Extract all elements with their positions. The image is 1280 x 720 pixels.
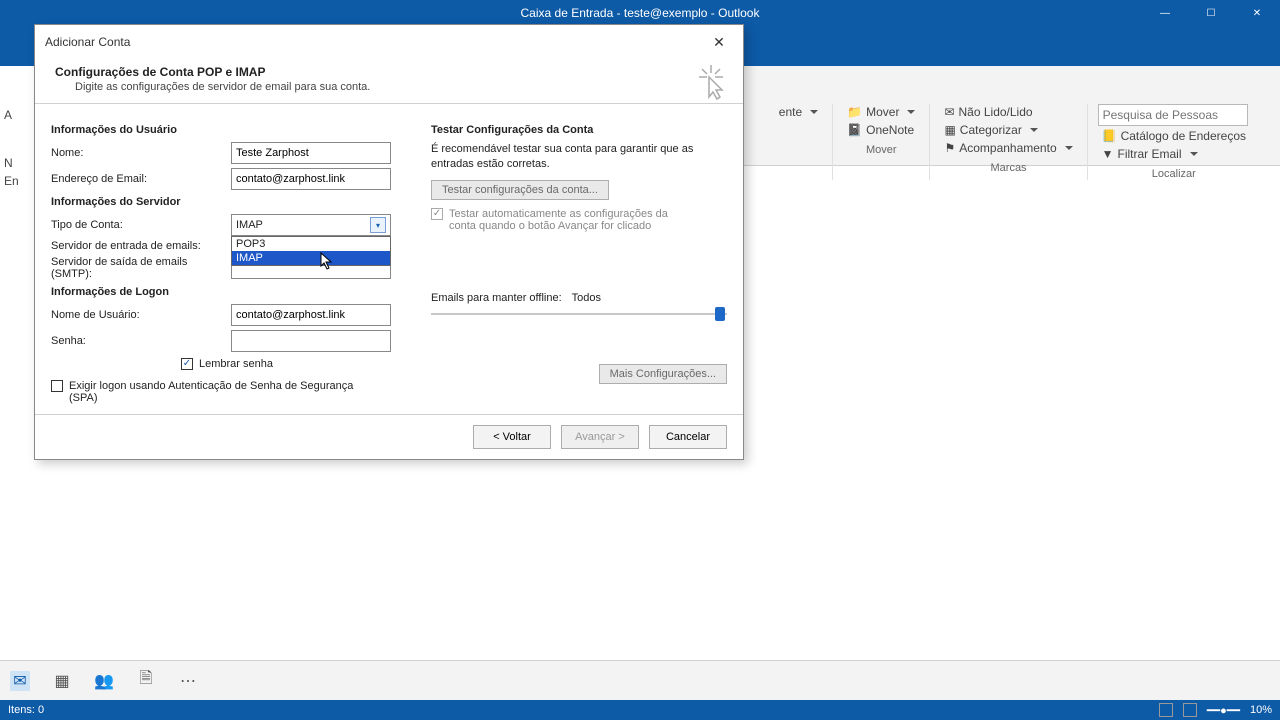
option-imap[interactable]: IMAP bbox=[232, 251, 390, 265]
option-pop3[interactable]: POP3 bbox=[232, 237, 390, 251]
mover-button[interactable]: 📁Mover bbox=[843, 104, 919, 120]
category-icon: ▦ bbox=[944, 123, 955, 137]
window-maximize-button[interactable]: ☐ bbox=[1188, 0, 1234, 26]
group-label-mover: Mover bbox=[866, 144, 897, 156]
username-input[interactable] bbox=[231, 304, 391, 326]
categorize-button[interactable]: ▦Categorizar bbox=[940, 122, 1076, 138]
dialog-close-button[interactable]: ✕ bbox=[705, 30, 733, 54]
account-type-dropdown: POP3 IMAP bbox=[231, 236, 391, 266]
auto-test-label: Testar automaticamente as configurações … bbox=[449, 208, 679, 232]
status-bar: Itens: 0 ━━●━━ 10% bbox=[0, 700, 1280, 720]
remember-password-label: Lembrar senha bbox=[199, 358, 273, 370]
add-account-dialog: Adicionar Conta ✕ Configurações de Conta… bbox=[34, 24, 744, 460]
label-account-type: Tipo de Conta: bbox=[51, 219, 231, 231]
test-desc: É recomendável testar sua conta para gar… bbox=[431, 142, 727, 172]
auto-test-checkbox[interactable] bbox=[431, 208, 443, 220]
ribbon-group-localizar: 📒Catálogo de Endereços ▼Filtrar Email Lo… bbox=[1088, 104, 1260, 180]
view-normal-icon[interactable] bbox=[1159, 703, 1173, 717]
ribbon-partial-group: ente bbox=[765, 104, 833, 180]
ribbon-group-marcas: ✉Não Lido/Lido ▦Categorizar ⚑Acompanhame… bbox=[930, 104, 1087, 180]
section-logon-info: Informações de Logon bbox=[51, 286, 411, 298]
group-label-marcas: Marcas bbox=[991, 162, 1027, 174]
addressbook-button[interactable]: 📒Catálogo de Endereços bbox=[1098, 128, 1250, 144]
people-search-input[interactable] bbox=[1098, 104, 1248, 126]
section-server-info: Informações do Servidor bbox=[51, 196, 411, 208]
password-input[interactable] bbox=[231, 330, 391, 352]
people-nav-icon[interactable]: 👥 bbox=[94, 671, 114, 691]
addressbook-icon: 📒 bbox=[1102, 129, 1117, 143]
tasks-nav-icon[interactable]: 🗎 bbox=[136, 671, 156, 691]
offline-label: Emails para manter offline: bbox=[431, 292, 562, 304]
section-user-info: Informações do Usuário bbox=[51, 124, 411, 136]
filter-email-button[interactable]: ▼Filtrar Email bbox=[1098, 146, 1250, 162]
dialog-header-sub: Digite as configurações de servidor de e… bbox=[55, 79, 723, 93]
label-username: Nome de Usuário: bbox=[51, 309, 231, 321]
label-name: Nome: bbox=[51, 147, 231, 159]
wizard-cursor-icon bbox=[697, 65, 725, 106]
remember-password-checkbox[interactable] bbox=[181, 358, 193, 370]
followup-button[interactable]: ⚑Acompanhamento bbox=[940, 140, 1076, 156]
group-label-localizar: Localizar bbox=[1152, 168, 1196, 180]
chevron-down-icon: ▾ bbox=[370, 217, 386, 233]
folder-move-icon: 📁 bbox=[847, 105, 862, 119]
zoom-slider[interactable]: ━━●━━ bbox=[1207, 704, 1240, 717]
label-outgoing: Servidor de saída de emails (SMTP): bbox=[51, 256, 231, 280]
view-reading-icon[interactable] bbox=[1183, 703, 1197, 717]
name-input[interactable] bbox=[231, 142, 391, 164]
flag-icon: ⚑ bbox=[944, 141, 955, 155]
unread-button[interactable]: ✉Não Lido/Lido bbox=[940, 104, 1076, 120]
dialog-title: Adicionar Conta bbox=[45, 35, 130, 49]
zoom-value: 10% bbox=[1250, 704, 1272, 716]
section-test: Testar Configurações da Conta bbox=[431, 124, 727, 136]
label-email: Endereço de Email: bbox=[51, 173, 231, 185]
onenote-button[interactable]: 📓OneNote bbox=[843, 122, 919, 138]
spa-label: Exigir logon usando Autenticação de Senh… bbox=[69, 380, 369, 404]
cancel-button[interactable]: Cancelar bbox=[649, 425, 727, 449]
email-input[interactable] bbox=[231, 168, 391, 190]
status-items: Itens: 0 bbox=[8, 704, 44, 716]
mail-nav-icon[interactable]: ✉ bbox=[10, 671, 30, 691]
ribbon-group-mover: 📁Mover 📓OneNote Mover bbox=[833, 104, 930, 180]
ribbon-partial-item[interactable]: ente bbox=[775, 104, 822, 120]
label-incoming: Servidor de entrada de emails: bbox=[51, 240, 231, 252]
app-title-bar: Caixa de Entrada - teste@exemplo - Outlo… bbox=[0, 0, 1280, 26]
app-title: Caixa de Entrada - teste@exemplo - Outlo… bbox=[521, 6, 760, 20]
label-password: Senha: bbox=[51, 335, 231, 347]
offline-slider[interactable] bbox=[431, 304, 727, 324]
slider-thumb[interactable] bbox=[715, 307, 725, 321]
test-settings-button[interactable]: Testar configurações da conta... bbox=[431, 180, 609, 200]
offline-value: Todos bbox=[572, 292, 601, 304]
account-type-value: IMAP bbox=[236, 219, 263, 231]
filter-icon: ▼ bbox=[1102, 147, 1114, 161]
back-button[interactable]: < Voltar bbox=[473, 425, 551, 449]
more-settings-button[interactable]: Mais Configurações... bbox=[599, 364, 727, 384]
account-type-select[interactable]: IMAP ▾ bbox=[231, 214, 391, 236]
bottom-nav: ✉ ▦ 👥 🗎 ⋯ bbox=[0, 660, 1280, 700]
left-clipped-column: A N En bbox=[0, 66, 34, 636]
window-minimize-button[interactable]: — bbox=[1142, 0, 1188, 26]
spa-checkbox[interactable] bbox=[51, 380, 63, 392]
more-nav-icon[interactable]: ⋯ bbox=[178, 671, 198, 691]
next-button[interactable]: Avançar > bbox=[561, 425, 639, 449]
calendar-nav-icon[interactable]: ▦ bbox=[52, 671, 72, 691]
dialog-header-title: Configurações de Conta POP e IMAP bbox=[55, 65, 723, 79]
window-close-button[interactable]: ✕ bbox=[1234, 0, 1280, 26]
onenote-icon: 📓 bbox=[847, 123, 862, 137]
envelope-icon: ✉ bbox=[944, 105, 954, 119]
